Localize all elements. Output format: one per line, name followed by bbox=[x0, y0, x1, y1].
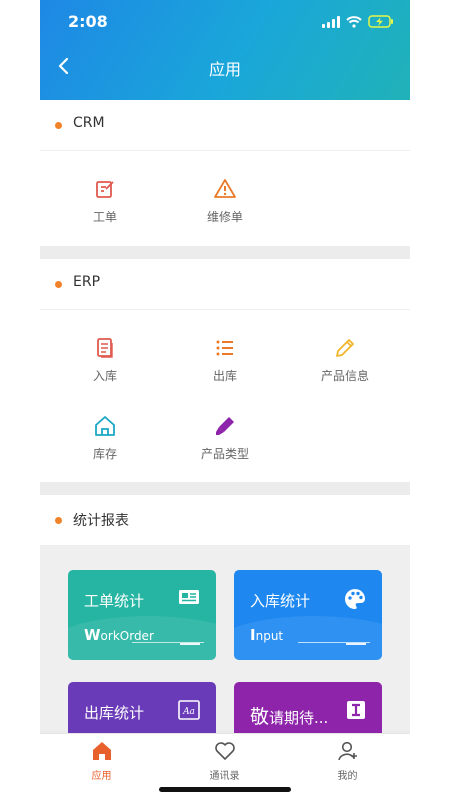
heart-icon bbox=[214, 742, 235, 760]
tab-label: 应用 bbox=[91, 771, 112, 782]
phone-screen: 2:08 应用 CRM 工单 维修单 ERP 入库 出库 产品信息 库存 产品类… bbox=[40, 0, 410, 800]
app-item-product-info[interactable]: 产品信息 bbox=[290, 336, 400, 384]
tab-label: 我的 bbox=[337, 771, 358, 782]
palette-icon bbox=[345, 589, 365, 609]
text-cursor-icon bbox=[347, 701, 365, 719]
app-item-label: 产品类型 bbox=[200, 447, 249, 461]
app-item-product-type[interactable]: 产品类型 bbox=[170, 414, 280, 462]
section-erp-title: ERP bbox=[73, 274, 101, 290]
erp-grid: 入库 出库 产品信息 库存 产品类型 bbox=[40, 310, 410, 482]
bullet-dot bbox=[55, 122, 62, 129]
app-item-label: 库存 bbox=[92, 447, 117, 461]
report-cards: 工单统计 WorkOrder 入库统计 Input 出库统计 Aa 敬请期待..… bbox=[40, 546, 410, 733]
signal-icon bbox=[322, 15, 340, 28]
section-gap bbox=[40, 482, 410, 495]
app-item-inbound[interactable]: 入库 bbox=[50, 336, 160, 384]
app-item-label: 维修单 bbox=[206, 210, 243, 224]
card-subtitle: Input bbox=[250, 626, 284, 644]
id-card-icon bbox=[179, 590, 199, 604]
pencil-icon bbox=[336, 339, 354, 357]
page-title: 应用 bbox=[208, 60, 241, 79]
status-icons bbox=[322, 15, 394, 28]
tab-mine[interactable]: 我的 bbox=[286, 741, 409, 782]
title-bar: 应用 bbox=[40, 50, 410, 82]
section-gap bbox=[40, 246, 410, 259]
status-bar: 2:08 bbox=[40, 10, 410, 34]
user-icon bbox=[337, 741, 357, 761]
app-item-label: 入库 bbox=[92, 369, 117, 383]
report-card-coming-soon[interactable]: 敬请期待... bbox=[234, 682, 382, 733]
content-scroll[interactable]: CRM 工单 维修单 ERP 入库 出库 产品信息 库存 产品类型 统计报表 工… bbox=[40, 100, 410, 733]
report-card-outbound[interactable]: 出库统计 Aa bbox=[68, 682, 216, 733]
list-icon bbox=[216, 340, 233, 356]
section-reports-title: 统计报表 bbox=[73, 513, 129, 529]
svg-text:Aa: Aa bbox=[182, 707, 195, 717]
warning-icon bbox=[214, 179, 236, 198]
app-item-workorder[interactable]: 工单 bbox=[50, 177, 160, 225]
app-header: 2:08 应用 bbox=[40, 0, 410, 100]
status-time: 2:08 bbox=[68, 12, 108, 31]
report-card-inbound[interactable]: 入库统计 Input bbox=[234, 570, 382, 660]
report-card-workorder[interactable]: 工单统计 WorkOrder bbox=[68, 570, 216, 660]
app-item-label: 工单 bbox=[92, 210, 117, 224]
font-icon: Aa bbox=[178, 700, 200, 720]
section-reports-header: 统计报表 bbox=[40, 495, 410, 546]
edit-icon bbox=[96, 181, 114, 198]
bullet-dot bbox=[55, 517, 62, 524]
card-title: 入库统计 bbox=[250, 592, 311, 610]
section-erp-header: ERP bbox=[40, 259, 410, 310]
card-title: 出库统计 bbox=[84, 704, 145, 722]
app-item-repair-order[interactable]: 维修单 bbox=[170, 177, 280, 225]
home-icon bbox=[92, 742, 111, 760]
card-title: 敬请期待... bbox=[250, 706, 329, 728]
app-item-label: 出库 bbox=[212, 369, 237, 383]
home-icon bbox=[95, 416, 115, 436]
tab-contacts[interactable]: 通讯录 bbox=[163, 741, 286, 782]
wifi-icon bbox=[346, 15, 362, 28]
section-crm-header: CRM bbox=[40, 100, 410, 151]
home-indicator[interactable] bbox=[159, 787, 291, 792]
bullet-dot bbox=[55, 281, 62, 288]
section-crm-title: CRM bbox=[73, 115, 105, 131]
tab-label: 通讯录 bbox=[209, 771, 240, 782]
app-item-outbound[interactable]: 出库 bbox=[170, 336, 280, 384]
card-title: 工单统计 bbox=[84, 592, 145, 610]
brush-icon bbox=[216, 417, 234, 435]
battery-charging-icon bbox=[368, 15, 393, 28]
document-icon bbox=[97, 338, 113, 358]
app-item-inventory[interactable]: 库存 bbox=[50, 414, 160, 462]
tab-apps[interactable]: 应用 bbox=[40, 741, 163, 782]
app-item-label: 产品信息 bbox=[320, 369, 369, 383]
crm-grid: 工单 维修单 bbox=[40, 151, 410, 246]
